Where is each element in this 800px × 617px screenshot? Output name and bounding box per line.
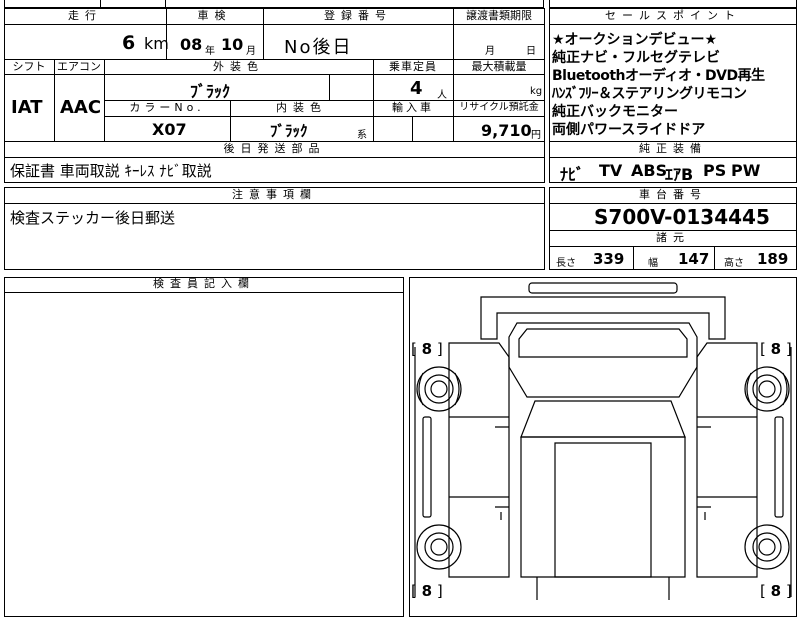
- genuine-equipment-item: PW: [731, 161, 761, 180]
- recycle-unit: 円: [531, 130, 541, 141]
- inspection-header: 車検: [197, 9, 232, 22]
- recycle-header: リサイクル預託金: [459, 102, 539, 113]
- registration-value: No後日: [284, 37, 353, 58]
- shift-value: IAT: [11, 97, 43, 118]
- aircon-value: AAC: [60, 97, 102, 118]
- mileage-header: 走行: [68, 9, 102, 22]
- chassis-header: 車台番号: [639, 188, 707, 201]
- max-load-unit: kg: [530, 86, 543, 97]
- genuine-equipment-item: PS: [703, 161, 727, 180]
- later-parts-header: 後日発送部品: [223, 142, 326, 155]
- inspection-month-unit: 月: [246, 46, 256, 57]
- genuine-equipment-item: ﾅﾋﾞ: [560, 165, 585, 184]
- length-label: 長さ: [556, 258, 576, 269]
- transfer-month-unit: 月: [485, 46, 495, 57]
- mileage-value: 6: [122, 32, 136, 54]
- inspection-year: 08: [180, 35, 203, 54]
- recycle-value: 9,710: [481, 121, 532, 140]
- width-label: 幅: [648, 258, 658, 269]
- sales-points-header: セールスポイント: [605, 9, 741, 22]
- car-body-diagram: [414, 282, 792, 600]
- height-value: 189: [757, 250, 789, 268]
- interior-header: 内装色: [276, 101, 327, 114]
- sales-point-line: 純正バックモニター: [552, 104, 678, 120]
- inspector-header: 検査員記入欄: [153, 277, 255, 290]
- width-value: 147: [678, 250, 710, 268]
- sales-point-line: 純正ナビ・フルセグテレビ: [552, 50, 720, 66]
- exterior-header: 外装色: [213, 60, 264, 73]
- top-right-clipped: [549, 0, 797, 8]
- import-header: 輸入車: [392, 101, 434, 114]
- genuine-equipment-item: TV: [599, 161, 623, 180]
- inspector-section: [4, 277, 404, 617]
- specs-header: 諸元: [656, 231, 690, 244]
- later-parts-value: 保証書 車両取説 ｷｰﾚｽ ﾅﾋﾞ取説: [10, 162, 212, 180]
- chassis-value: S700V-0134445: [594, 205, 770, 229]
- color-no-value: X07: [152, 120, 187, 139]
- inspection-year-unit: 年: [205, 46, 215, 57]
- genuine-equipment-header: 純正装備: [639, 142, 707, 155]
- exterior-value: ﾌﾞﾗｯｸ: [190, 82, 231, 101]
- capacity-unit: 人: [437, 90, 447, 101]
- capacity-value: 4: [410, 78, 423, 99]
- sales-point-line: ★オークションデビュー★: [552, 32, 718, 48]
- sales-point-line: 両側パワースライドドア: [552, 122, 706, 138]
- top-clipped-row: [4, 0, 544, 8]
- interior-value: ﾌﾞﾗｯｸ: [270, 122, 308, 140]
- sales-point-line: ﾊﾝｽﾞﾌﾘｰ＆ステアリングリモコン: [552, 86, 747, 102]
- color-no-header: カラーNo.: [129, 101, 205, 114]
- genuine-equipment-item: ABS: [631, 161, 668, 180]
- aircon-header: エアコン: [57, 60, 101, 73]
- capacity-header: 乗車定員: [389, 60, 437, 73]
- registration-header: 登録番号: [324, 9, 392, 22]
- top-divider: [165, 0, 166, 8]
- notes-value: 検査ステッカー後日郵送: [10, 209, 176, 227]
- inspection-month: 10: [221, 35, 244, 54]
- shift-header: シフト: [12, 60, 46, 73]
- mileage-unit: km: [144, 34, 169, 53]
- max-load-header: 最大積載量: [471, 60, 527, 73]
- genuine-equipment-item: ｴｱB: [665, 165, 694, 184]
- height-label: 高さ: [724, 258, 744, 269]
- notes-header: 注意事項欄: [232, 188, 317, 201]
- interior-suffix: 系: [357, 130, 367, 141]
- sales-point-line: Bluetoothオーディオ・DVD再生: [552, 68, 765, 84]
- transfer-header: 譲渡書類期限: [466, 9, 532, 22]
- transfer-day-unit: 日: [526, 46, 536, 57]
- top-divider: [100, 0, 101, 8]
- length-value: 339: [593, 250, 625, 268]
